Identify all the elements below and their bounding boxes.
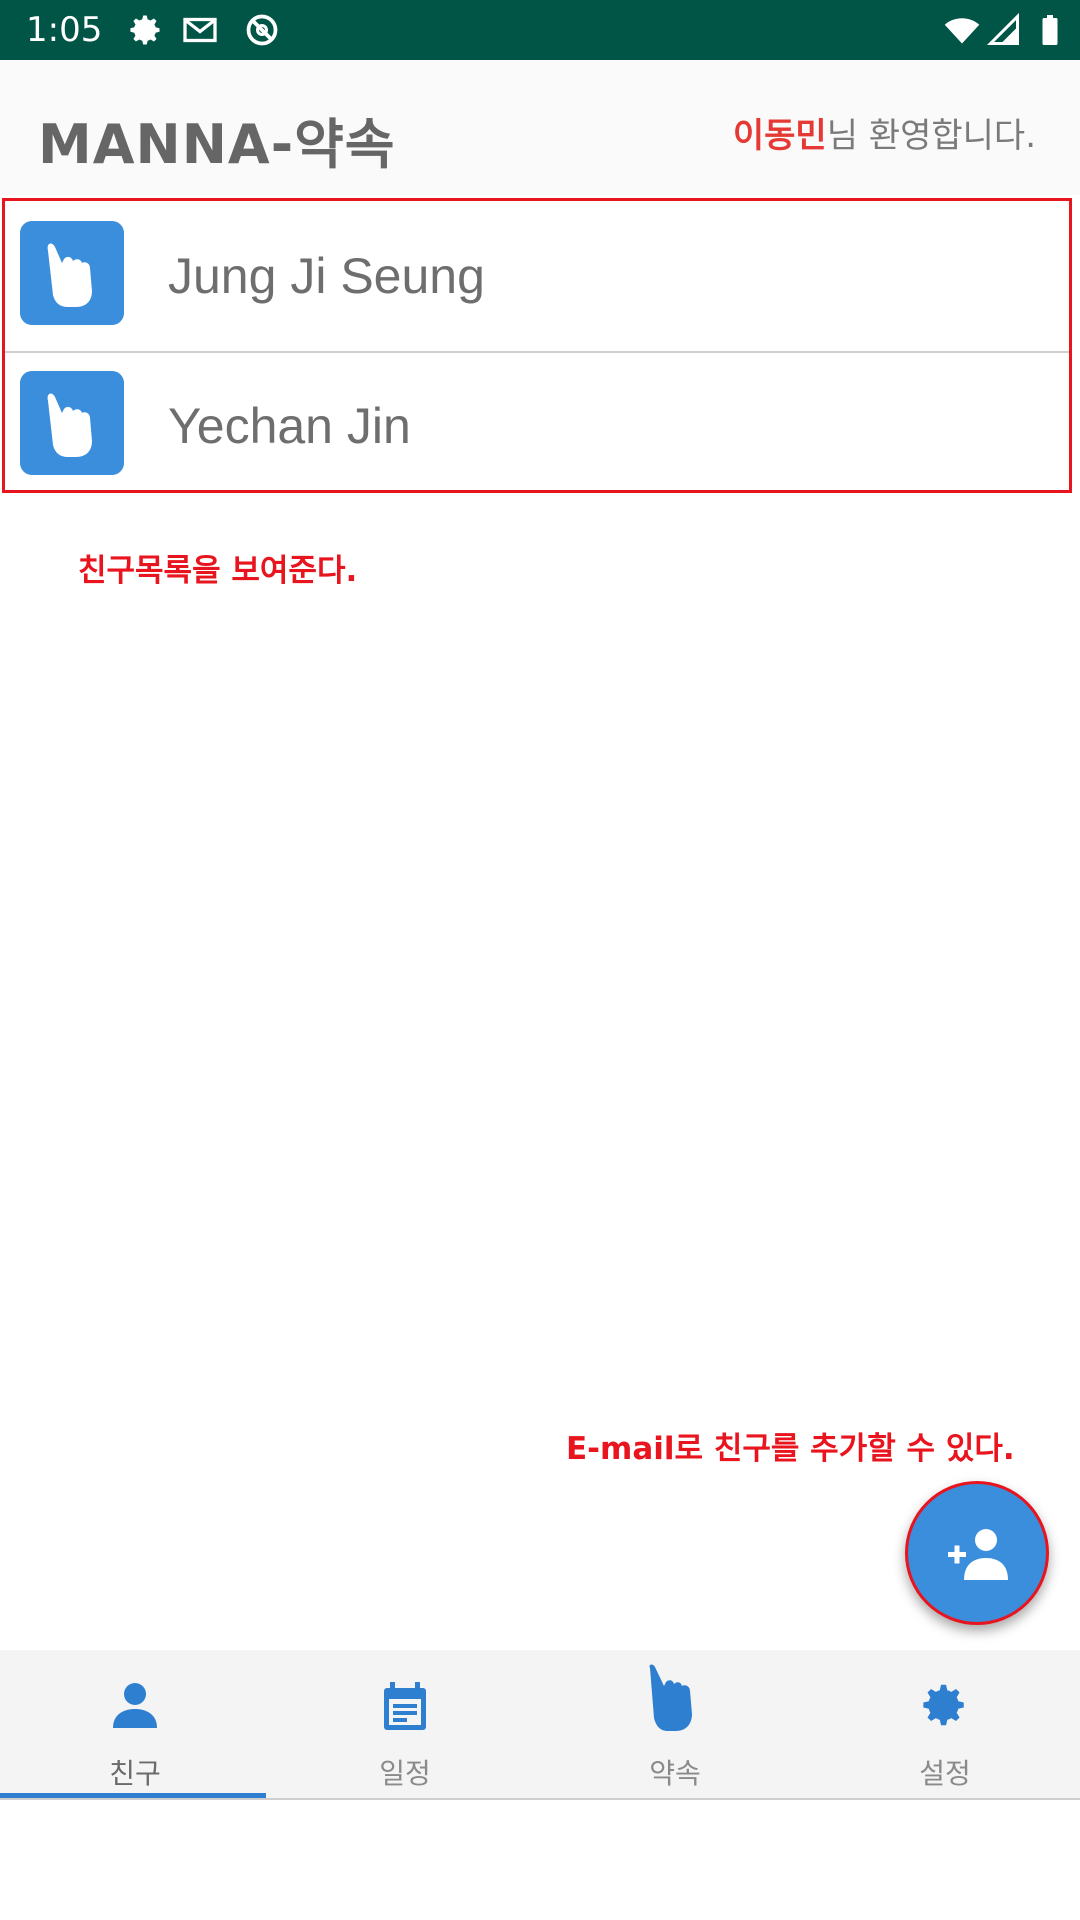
pointing-hand-icon bbox=[47, 243, 92, 307]
tab-friends[interactable]: 친구 bbox=[0, 1650, 270, 1798]
tab-label: 일정 bbox=[379, 1757, 431, 1790]
app-bar: MANNA-약속 이동민님 환영합니다. bbox=[0, 60, 1080, 195]
welcome-message: 이동민님 환영합니다. bbox=[733, 108, 1036, 157]
tab-settings[interactable]: 설정 bbox=[810, 1650, 1080, 1798]
app-title: MANNA-약속 bbox=[38, 113, 396, 176]
blocked-icon bbox=[246, 14, 278, 46]
add-friend-button[interactable] bbox=[905, 1481, 1049, 1625]
tab-label: 설정 bbox=[919, 1757, 971, 1790]
active-tab-indicator bbox=[0, 1793, 266, 1798]
gear-icon bbox=[923, 1684, 964, 1726]
person-icon bbox=[113, 1683, 157, 1728]
signal-icon bbox=[986, 12, 1019, 45]
annotation-fab-note: E-mail로 친구를 추가할 수 있다. bbox=[566, 1431, 1015, 1467]
tab-label: 약속 bbox=[649, 1757, 701, 1790]
status-bar: 1:05 bbox=[0, 0, 1080, 60]
friend-list: Jung Ji Seung Yechan Jin bbox=[2, 198, 1072, 493]
pointing-hand-icon bbox=[649, 1664, 692, 1731]
gmail-icon bbox=[183, 17, 217, 43]
add-person-icon bbox=[948, 1529, 1008, 1580]
annotation-list-note: 친구목록을 보여준다. bbox=[78, 553, 358, 589]
friend-avatar bbox=[20, 371, 124, 475]
pointing-hand-icon bbox=[47, 393, 92, 457]
wifi-icon bbox=[944, 18, 980, 44]
tab-schedule[interactable]: 일정 bbox=[270, 1650, 540, 1798]
friend-list-item[interactable]: Jung Ji Seung bbox=[5, 201, 1069, 351]
gear-icon bbox=[130, 15, 160, 45]
user-name: 이동민 bbox=[732, 116, 827, 156]
battery-icon bbox=[1042, 15, 1058, 45]
tab-appointments[interactable]: 약속 bbox=[540, 1650, 810, 1798]
calendar-icon bbox=[384, 1682, 426, 1730]
tab-label: 친구 bbox=[109, 1757, 161, 1790]
status-time: 1:05 bbox=[26, 10, 103, 50]
friend-name: Jung Ji Seung bbox=[168, 248, 485, 304]
welcome-suffix: 님 환영합니다. bbox=[826, 116, 1036, 156]
friend-list-item[interactable]: Yechan Jin bbox=[5, 351, 1069, 494]
friend-name: Yechan Jin bbox=[168, 398, 411, 454]
friend-avatar bbox=[20, 221, 124, 325]
bottom-navigation: 친구 일정 약속 설정 bbox=[0, 1650, 1080, 1800]
